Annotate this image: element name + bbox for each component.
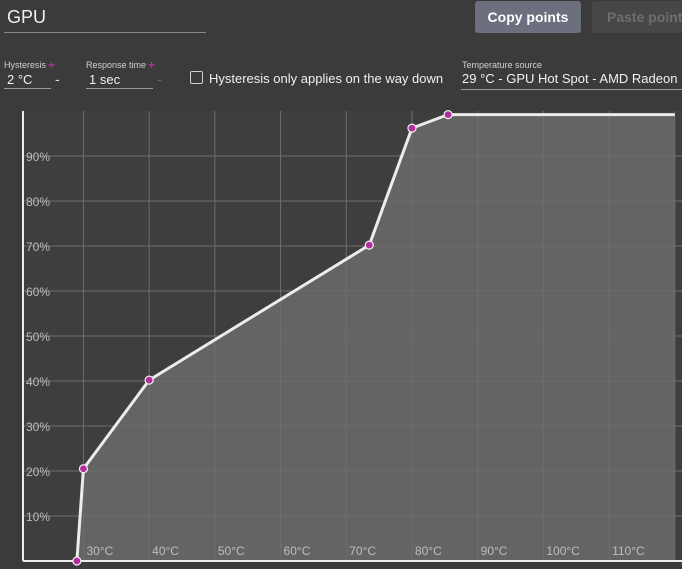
y-tick-label: 10% bbox=[26, 510, 50, 524]
x-tick-label: 110°C bbox=[612, 544, 645, 558]
x-tick-label: 70°C bbox=[349, 544, 376, 558]
y-tick-label: 40% bbox=[26, 375, 50, 389]
x-tick-label: 90°C bbox=[481, 544, 508, 558]
x-tick-label: 60°C bbox=[284, 544, 311, 558]
curve-point[interactable] bbox=[443, 109, 453, 120]
x-tick-label: 40°C bbox=[152, 544, 179, 558]
curve-point[interactable] bbox=[78, 464, 89, 474]
y-tick-label: 90% bbox=[26, 150, 50, 164]
curve-point[interactable] bbox=[72, 556, 82, 566]
y-tick-label: 30% bbox=[26, 420, 50, 434]
curve-point[interactable] bbox=[144, 375, 154, 385]
x-tick-label: 50°C bbox=[218, 544, 245, 558]
fan-curve-chart[interactable]: 10% 20% 30% 40% 50% 60% 70% 80% 90% 30°C 40°C 50°C 6… bbox=[0, 0, 682, 569]
y-tick-label: 20% bbox=[26, 465, 50, 479]
curve-point[interactable] bbox=[407, 123, 417, 133]
x-tick-label: 80°C bbox=[415, 544, 442, 558]
y-tick-label: 70% bbox=[26, 240, 50, 254]
x-tick-label: 30°C bbox=[86, 544, 113, 558]
y-tick-label: 60% bbox=[26, 285, 50, 299]
y-tick-label: 50% bbox=[26, 330, 50, 344]
x-tick-label: 100°C bbox=[546, 544, 580, 558]
curve-point[interactable] bbox=[364, 240, 374, 250]
y-tick-label: 80% bbox=[26, 195, 50, 209]
